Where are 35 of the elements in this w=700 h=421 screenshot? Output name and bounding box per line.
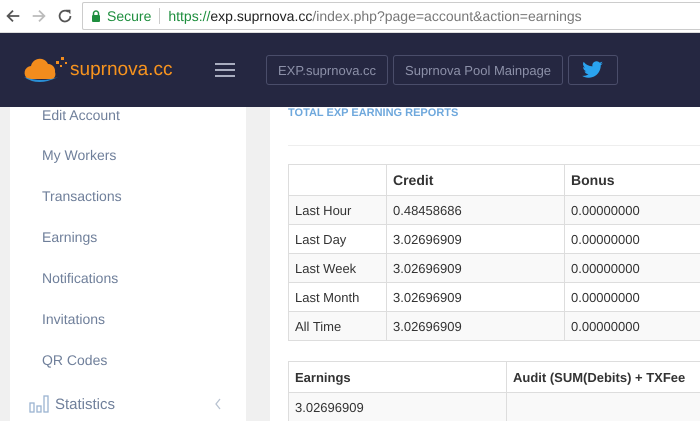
twitter-button[interactable] xyxy=(568,55,618,85)
sidebar-item[interactable]: My Workers xyxy=(10,147,246,188)
nav-button[interactable]: Suprnova Pool Mainpage xyxy=(393,55,564,85)
report-title: TOTAL EXP EARNING REPORTS xyxy=(288,107,460,119)
back-icon[interactable] xyxy=(4,7,22,25)
secure-label: Secure xyxy=(107,8,152,24)
sidebar-item[interactable]: Notifications xyxy=(10,270,246,311)
sidebar-item[interactable]: Edit Account xyxy=(10,107,246,147)
column-header: Credit xyxy=(386,164,564,196)
lock-icon xyxy=(91,10,101,22)
sidebar-item[interactable]: Invitations xyxy=(10,311,246,352)
sidebar-item[interactable]: QR Codes xyxy=(10,352,246,393)
address-bar[interactable]: Secure https://exp.suprnova.cc/index.php?page=account&action=earnings xyxy=(82,2,700,30)
bird-icon xyxy=(582,61,604,79)
nav-button[interactable]: EXP.suprnova.cc xyxy=(266,55,388,85)
cloud-logo-icon xyxy=(22,55,70,85)
table-cell: 0.00000000 xyxy=(564,254,700,282)
table-cell: Last Hour xyxy=(288,196,386,224)
sidebar-item[interactable]: Earnings xyxy=(10,229,246,270)
bar-chart-icon xyxy=(29,395,49,413)
table-cell: 0.00000000 xyxy=(564,196,700,224)
column-header: Earnings xyxy=(288,362,506,392)
url-text: https://exp.suprnova.cc/index.php?page=account&action=earnings xyxy=(168,8,582,24)
table-cell: 3.02696909 xyxy=(386,254,564,282)
table-cell: 3.02696909 xyxy=(386,312,564,340)
sidebar-section[interactable]: Statistics xyxy=(55,396,214,412)
table-cell: 3.02696909 xyxy=(288,392,506,421)
menu-icon[interactable] xyxy=(215,62,235,78)
table-cell: Last Week xyxy=(288,254,386,282)
sidebar-item[interactable]: Transactions xyxy=(10,188,246,229)
reload-icon[interactable] xyxy=(56,7,74,25)
table-cell: 0.00000000 xyxy=(564,312,700,340)
table-cell: All Time xyxy=(288,312,386,340)
table-cell: 0.48458686 xyxy=(386,196,564,224)
logo-text[interactable]: suprnova.cc xyxy=(70,59,172,81)
